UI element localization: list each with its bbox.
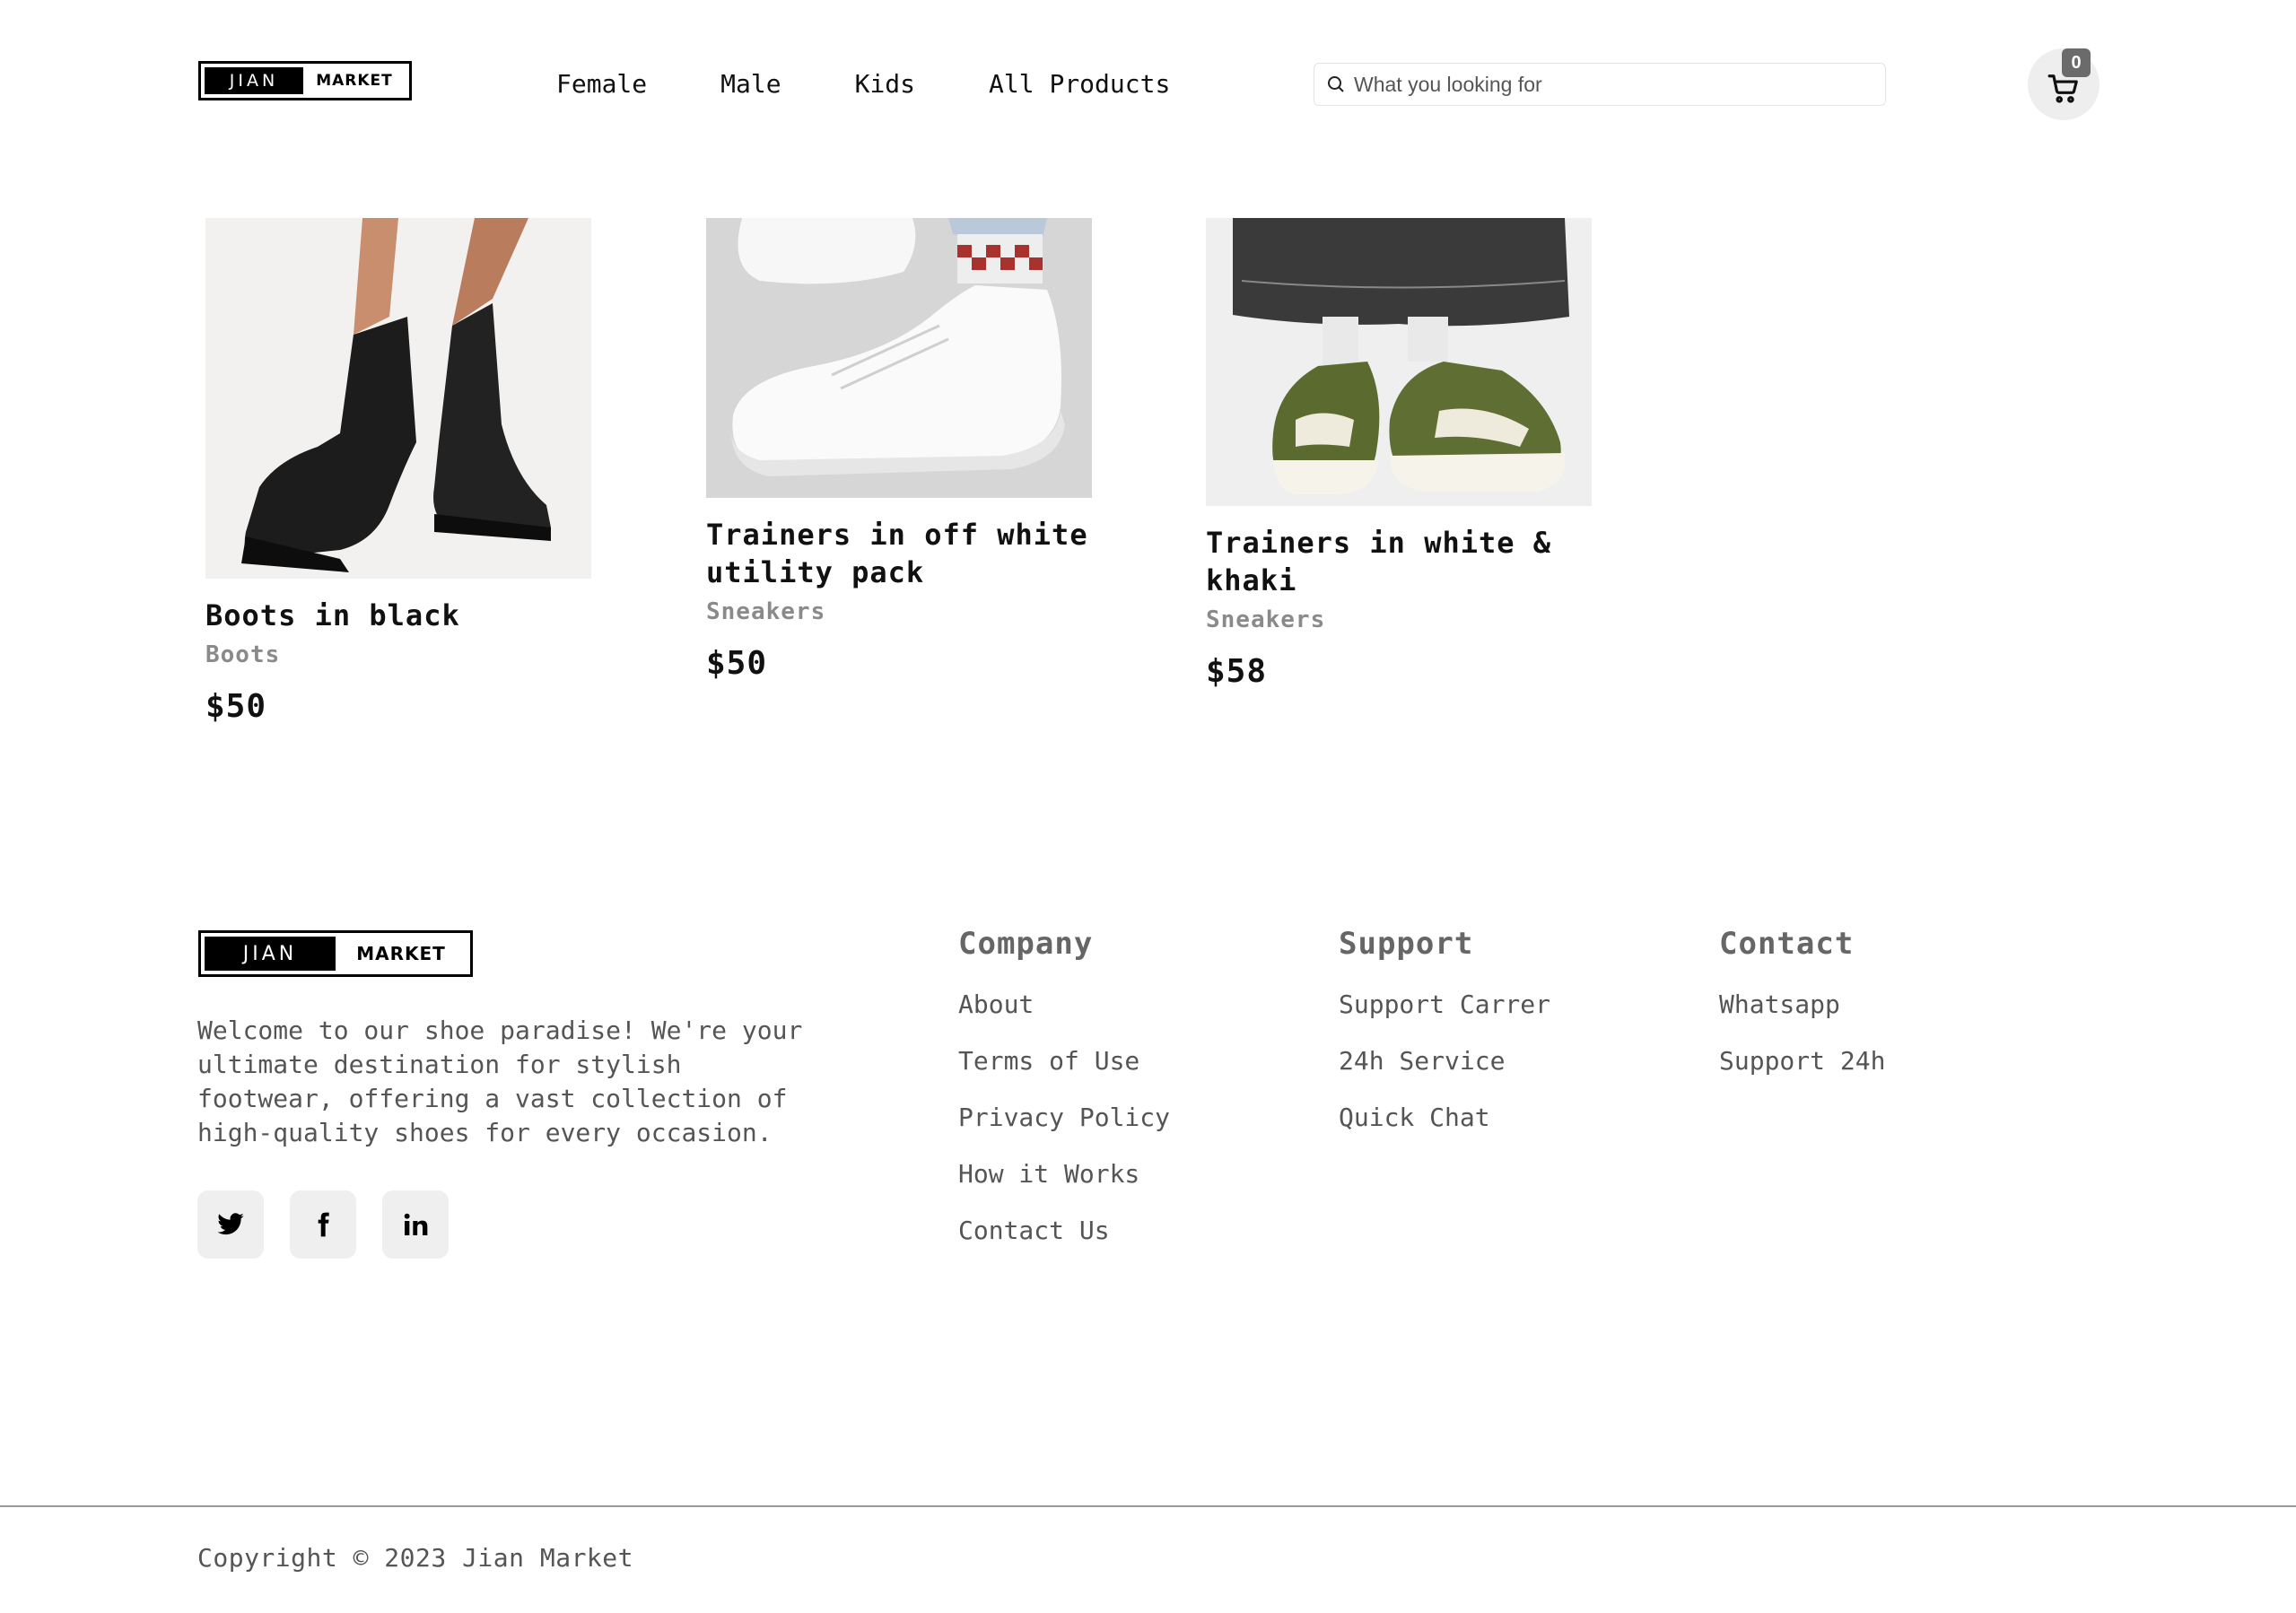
facebook-button[interactable] [290, 1190, 356, 1259]
search-icon [1328, 76, 1344, 92]
logo-right-text: MARKET [316, 72, 393, 90]
linkedin-icon [404, 1213, 428, 1235]
product-name[interactable]: Boots in black [205, 597, 591, 634]
footer-column-contact: Contact Whatsapp Support 24h [1719, 924, 1885, 1102]
product-category: Sneakers [706, 598, 826, 625]
product-image[interactable] [1206, 218, 1592, 506]
footer-link-contact-us[interactable]: Contact Us [958, 1215, 1170, 1246]
footer-link-whatsapp[interactable]: Whatsapp [1719, 989, 1885, 1020]
footer-column-title: Support [1339, 926, 1474, 962]
footer-link-24h-service[interactable]: 24h Service [1339, 1045, 1550, 1077]
footer-column-title: Contact [1719, 926, 1855, 962]
product-image[interactable] [205, 218, 591, 579]
twitter-icon [217, 1213, 244, 1235]
footer-link-privacy[interactable]: Privacy Policy [958, 1102, 1170, 1133]
linkedin-button[interactable] [382, 1190, 449, 1259]
logo-right-text: MARKET [356, 943, 446, 964]
product-card[interactable]: Boots in black Boots $50 [205, 218, 591, 725]
logo-left-text: JIAN [205, 67, 303, 94]
product-price: $50 [706, 645, 768, 682]
footer-link-quick-chat[interactable]: Quick Chat [1339, 1102, 1550, 1133]
product-category: Sneakers [1206, 606, 1326, 633]
copyright-text: Copyright © 2023 Jian Market [197, 1543, 634, 1573]
product-image[interactable] [706, 218, 1092, 498]
footer-about-text: Welcome to our shoe paradise! We're your… [197, 1016, 803, 1147]
footer-link-support-24h[interactable]: Support 24h [1719, 1045, 1885, 1077]
nav-item-male[interactable]: Male [720, 66, 781, 102]
cart-count-badge: 0 [2062, 48, 2091, 77]
product-name[interactable]: Trainers in white & khaki [1206, 524, 1592, 599]
footer-link-terms[interactable]: Terms of Use [958, 1045, 1170, 1077]
footer-column-company: Company About Terms of Use Privacy Polic… [958, 924, 1170, 1271]
logo-left-text: JIAN [205, 937, 336, 971]
footer-link-support-carrer[interactable]: Support Carrer [1339, 989, 1550, 1020]
nav-item-all-products[interactable]: All Products [989, 66, 1170, 102]
search-bar [1314, 63, 1886, 106]
header-logo[interactable]: JIAN MARKET [198, 61, 412, 100]
product-price: $50 [205, 688, 267, 725]
social-links [197, 1190, 475, 1259]
twitter-button[interactable] [197, 1190, 264, 1259]
product-name[interactable]: Trainers in off white utility pack [706, 516, 1092, 591]
black-boots-image [205, 218, 591, 579]
nav-item-kids[interactable]: Kids [855, 66, 915, 102]
khaki-trainers-image [1206, 218, 1592, 506]
footer-logo[interactable]: JIAN MARKET [198, 930, 473, 977]
footer-link-about[interactable]: About [958, 989, 1170, 1020]
footer-column-title: Company [958, 926, 1094, 962]
product-card[interactable]: Trainers in off white utility pack Sneak… [706, 218, 1092, 682]
footer-column-support: Support Support Carrer 24h Service Quick… [1339, 924, 1550, 1158]
facebook-icon [318, 1212, 329, 1237]
nav-item-female[interactable]: Female [556, 66, 647, 102]
product-price: $58 [1206, 653, 1268, 690]
cart-button[interactable]: 0 [2028, 48, 2100, 120]
main-nav: Female Male Kids All Products [556, 66, 1244, 102]
search-input[interactable] [1354, 72, 1874, 97]
product-card[interactable]: Trainers in white & khaki Sneakers $58 [1206, 218, 1592, 690]
white-trainers-image [706, 218, 1092, 498]
product-category: Boots [205, 641, 281, 668]
footer-link-how-it-works[interactable]: How it Works [958, 1158, 1170, 1190]
footer-divider [0, 1505, 2296, 1507]
